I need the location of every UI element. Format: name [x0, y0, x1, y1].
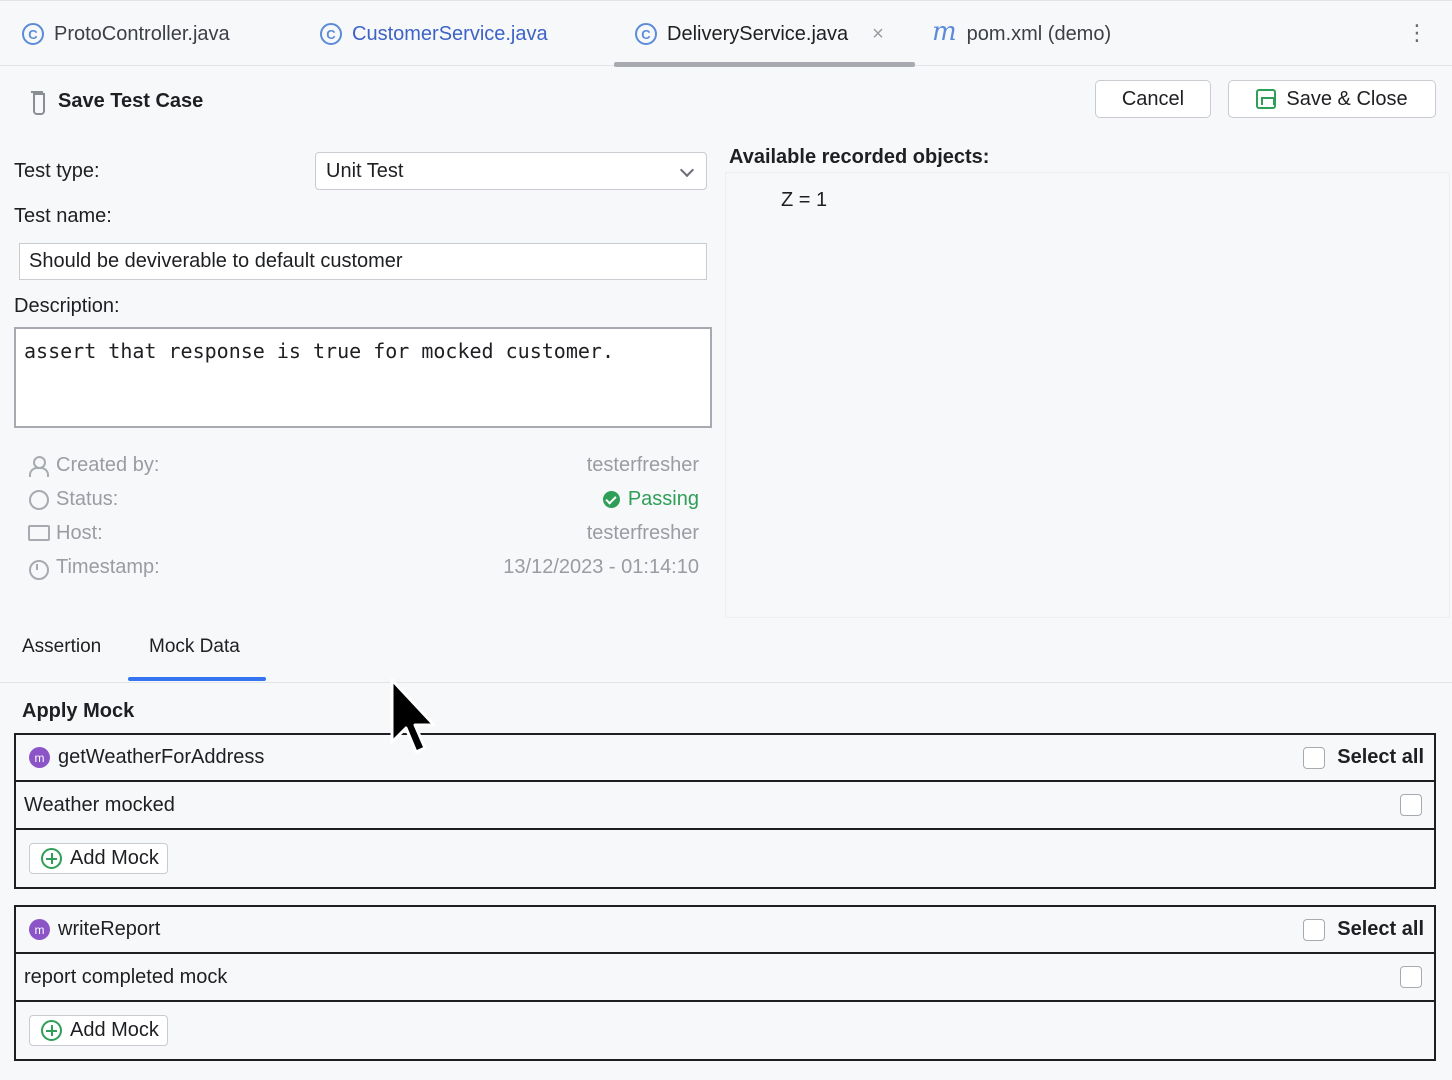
status-badge: Passing: [602, 487, 699, 511]
plus-circle-icon: [41, 1020, 62, 1041]
test-name-input[interactable]: Should be deviverable to default custome…: [19, 243, 707, 280]
active-subtab-indicator: [128, 677, 266, 681]
maven-icon: m: [932, 17, 957, 47]
method-icon: m: [29, 919, 50, 940]
recorded-objects-panel: [725, 172, 1450, 618]
test-name-label: Test name:: [14, 205, 112, 227]
tab-label: DeliveryService.java: [667, 22, 849, 45]
divider: [0, 682, 1452, 683]
page-title: Save Test Case: [58, 90, 204, 112]
description-textarea[interactable]: assert that response is true for mocked …: [14, 327, 712, 428]
monitor-icon: [28, 523, 50, 543]
add-mock-label: Add Mock: [70, 847, 159, 869]
status-label: Status:: [56, 487, 119, 510]
mock-group-getweatherforaddress: m getWeatherForAddress Select all Weathe…: [14, 733, 1436, 889]
add-mock-label: Add Mock: [70, 1019, 159, 1041]
active-tab-indicator: [614, 62, 915, 67]
host-value: testerfresher: [586, 521, 699, 544]
class-icon: C: [22, 23, 44, 45]
test-name-value: Should be deviverable to default custome…: [29, 250, 403, 272]
mock-row[interactable]: Weather mocked: [16, 782, 1434, 830]
save-close-button[interactable]: Save & Close: [1228, 80, 1436, 118]
tab-assertion[interactable]: Assertion: [22, 636, 101, 658]
tab-label: CustomerService.java: [352, 22, 548, 45]
method-icon: m: [29, 747, 50, 768]
mock-group-writereport: m writeReport Select all report complete…: [14, 905, 1436, 1061]
tab-label: pom.xml (demo): [966, 22, 1112, 45]
select-all-checkbox[interactable]: [1303, 746, 1326, 769]
mock-checkbox[interactable]: [1400, 966, 1422, 988]
more-options-icon[interactable]: ⋮: [1406, 19, 1428, 47]
host-label: Host:: [56, 521, 103, 544]
timestamp-row: Timestamp: 13/12/2023 - 01:14:10: [28, 552, 699, 582]
select-all-label: Select all: [1337, 746, 1424, 768]
description-label: Description:: [14, 295, 120, 317]
mouse-cursor-icon: [390, 678, 436, 754]
mock-group-footer: Add Mock: [16, 830, 1434, 887]
select-all-toggle[interactable]: Select all: [1303, 918, 1424, 941]
mock-name: report completed mock: [24, 965, 228, 988]
description-value: assert that response is true for mocked …: [24, 339, 615, 363]
editor-tab-bar: C ProtoController.java C CustomerService…: [0, 0, 1452, 67]
close-icon[interactable]: ×: [872, 23, 884, 46]
timestamp-label: Timestamp:: [56, 555, 160, 578]
recorded-object[interactable]: Z = 1: [781, 189, 827, 212]
plus-circle-icon: [41, 848, 62, 869]
timer-icon: [28, 557, 49, 580]
created-by-row: Created by: testerfresher: [28, 450, 699, 480]
save-close-label: Save & Close: [1286, 87, 1408, 110]
method-name: writeReport: [58, 918, 161, 940]
select-all-toggle[interactable]: Select all: [1303, 746, 1424, 769]
apply-mock-title: Apply Mock: [22, 700, 135, 722]
recorded-objects-title: Available recorded objects:: [729, 146, 990, 168]
status-value: Passing: [627, 487, 699, 510]
tab-delivery-service[interactable]: C DeliveryService.java ×: [635, 1, 884, 67]
test-type-select[interactable]: Unit Test: [315, 152, 707, 190]
status-circle-icon: [28, 489, 49, 510]
tab-customer-service[interactable]: C CustomerService.java: [320, 1, 548, 67]
mock-group-header: m getWeatherForAddress Select all: [16, 735, 1434, 782]
mock-checkbox[interactable]: [1400, 794, 1422, 816]
dialog-title: Save Test Case: [30, 90, 204, 115]
host-row: Host: testerfresher: [28, 518, 699, 548]
class-icon: C: [635, 23, 657, 45]
check-circle-icon: [602, 490, 620, 508]
created-by-label: Created by:: [56, 453, 160, 476]
cancel-button[interactable]: Cancel: [1095, 80, 1211, 118]
mock-row[interactable]: report completed mock: [16, 954, 1434, 1002]
add-mock-button[interactable]: Add Mock: [29, 1015, 168, 1046]
chevron-down-icon: [679, 162, 695, 178]
test-flask-icon: [30, 90, 45, 115]
created-by-value: testerfresher: [586, 453, 699, 476]
select-all-checkbox[interactable]: [1303, 918, 1326, 941]
user-icon: [28, 455, 49, 477]
timestamp-value: 13/12/2023 - 01:14:10: [503, 555, 699, 578]
status-row: Status: Passing: [28, 484, 699, 514]
tab-pom-xml[interactable]: m pom.xml (demo): [932, 1, 1111, 67]
mock-name: Weather mocked: [24, 793, 175, 816]
method-name: getWeatherForAddress: [58, 746, 265, 768]
mock-group-header: m writeReport Select all: [16, 907, 1434, 954]
class-icon: C: [320, 23, 342, 45]
cancel-button-label: Cancel: [1121, 87, 1185, 110]
add-mock-button[interactable]: Add Mock: [29, 843, 168, 874]
select-all-label: Select all: [1337, 918, 1424, 940]
tab-label: ProtoController.java: [54, 22, 230, 45]
tab-proto-controller[interactable]: C ProtoController.java: [22, 1, 230, 67]
mock-group-footer: Add Mock: [16, 1002, 1434, 1059]
save-icon: [1256, 89, 1277, 109]
test-type-label: Test type:: [14, 160, 100, 182]
test-type-value: Unit Test: [326, 159, 404, 182]
tab-mock-data[interactable]: Mock Data: [149, 636, 240, 658]
